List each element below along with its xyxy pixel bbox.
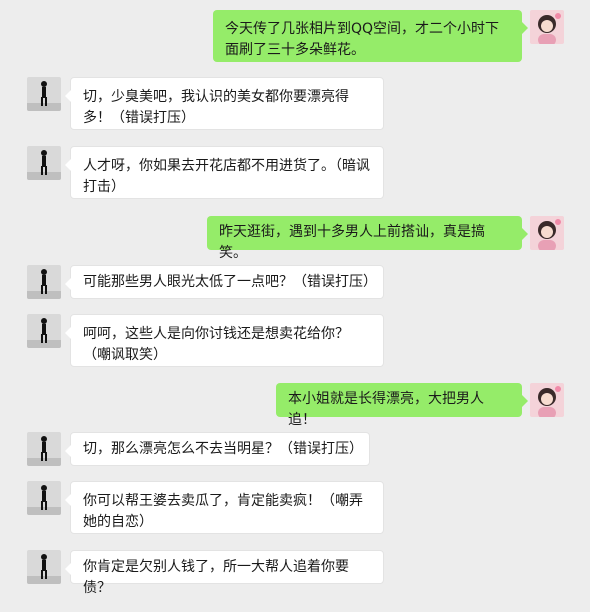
message-text: 呵呵，这些人是向你讨钱还是想卖花给你？（嘲讽取笑） xyxy=(83,326,349,363)
contact-avatar[interactable] xyxy=(27,550,61,584)
message-bubble-incoming[interactable]: 切，那么漂亮怎么不去当明星？（错误打压） xyxy=(65,432,370,466)
silhouette-man-avatar-icon xyxy=(27,550,61,584)
silhouette-man-avatar-icon xyxy=(27,265,61,299)
message-bubble-incoming[interactable]: 切，少臭美吧，我认识的美女都你要漂亮得多！（错误打压） xyxy=(65,77,384,130)
girl-photo-avatar-icon xyxy=(530,10,564,44)
message-row: 切，少臭美吧，我认识的美女都你要漂亮得多！（错误打压） xyxy=(0,77,590,131)
girl-photo-avatar-icon xyxy=(530,216,564,250)
message-text: 昨天逛街，遇到十多男人上前搭讪，真是搞笑。 xyxy=(219,224,485,261)
silhouette-man-avatar-icon xyxy=(27,314,61,348)
girl-photo-avatar-icon xyxy=(530,383,564,417)
message-row: 人才呀，你如果去开花店都不用进货了。（暗讽打击） xyxy=(0,146,590,200)
message-bubble-outgoing[interactable]: 本小姐就是长得漂亮，大把男人追！ xyxy=(276,383,528,428)
self-avatar[interactable] xyxy=(530,383,564,417)
contact-avatar[interactable] xyxy=(27,146,61,180)
silhouette-man-avatar-icon xyxy=(27,77,61,111)
self-avatar[interactable] xyxy=(530,10,564,44)
message-bubble-outgoing[interactable]: 今天传了几张相片到QQ空间，才二个小时下面刷了三十多朵鲜花。 xyxy=(213,10,528,62)
message-text: 今天传了几张相片到QQ空间，才二个小时下面刷了三十多朵鲜花。 xyxy=(225,21,500,58)
message-row: 本小姐就是长得漂亮，大把男人追！ xyxy=(0,383,590,428)
message-row: 昨天逛街，遇到十多男人上前搭讪，真是搞笑。 xyxy=(0,216,590,261)
message-bubble-outgoing[interactable]: 昨天逛街，遇到十多男人上前搭讪，真是搞笑。 xyxy=(207,216,528,261)
silhouette-man-avatar-icon xyxy=(27,481,61,515)
message-row: 你肯定是欠别人钱了，所一大帮人追着你要债？ xyxy=(0,550,590,596)
message-text: 你肯定是欠别人钱了，所一大帮人追着你要债？ xyxy=(83,559,349,596)
contact-avatar[interactable] xyxy=(27,77,61,111)
silhouette-man-avatar-icon xyxy=(27,146,61,180)
message-row: 切，那么漂亮怎么不去当明星？（错误打压） xyxy=(0,432,590,466)
message-text: 可能那些男人眼光太低了一点吧？（错误打压） xyxy=(83,274,377,290)
message-text: 切，那么漂亮怎么不去当明星？（错误打压） xyxy=(83,441,363,457)
message-row: 可能那些男人眼光太低了一点吧？（错误打压） xyxy=(0,265,590,299)
message-row: 今天传了几张相片到QQ空间，才二个小时下面刷了三十多朵鲜花。 xyxy=(0,10,590,64)
message-bubble-incoming[interactable]: 呵呵，这些人是向你讨钱还是想卖花给你？（嘲讽取笑） xyxy=(65,314,384,367)
message-text: 本小姐就是长得漂亮，大把男人追！ xyxy=(288,391,484,428)
self-avatar[interactable] xyxy=(530,216,564,250)
message-bubble-incoming[interactable]: 人才呀，你如果去开花店都不用进货了。（暗讽打击） xyxy=(65,146,384,199)
message-row: 呵呵，这些人是向你讨钱还是想卖花给你？（嘲讽取笑） xyxy=(0,314,590,368)
message-bubble-incoming[interactable]: 可能那些男人眼光太低了一点吧？（错误打压） xyxy=(65,265,384,299)
contact-avatar[interactable] xyxy=(27,314,61,348)
message-row: 你可以帮王婆去卖瓜了，肯定能卖疯！（嘲弄她的自恋） xyxy=(0,481,590,535)
message-text: 你可以帮王婆去卖瓜了，肯定能卖疯！（嘲弄她的自恋） xyxy=(83,493,363,530)
message-text: 人才呀，你如果去开花店都不用进货了。（暗讽打击） xyxy=(83,158,370,195)
message-text: 切，少臭美吧，我认识的美女都你要漂亮得多！（错误打压） xyxy=(83,89,349,126)
contact-avatar[interactable] xyxy=(27,432,61,466)
message-bubble-incoming[interactable]: 你可以帮王婆去卖瓜了，肯定能卖疯！（嘲弄她的自恋） xyxy=(65,481,384,534)
contact-avatar[interactable] xyxy=(27,481,61,515)
contact-avatar[interactable] xyxy=(27,265,61,299)
silhouette-man-avatar-icon xyxy=(27,432,61,466)
message-bubble-incoming[interactable]: 你肯定是欠别人钱了，所一大帮人追着你要债？ xyxy=(65,550,384,596)
